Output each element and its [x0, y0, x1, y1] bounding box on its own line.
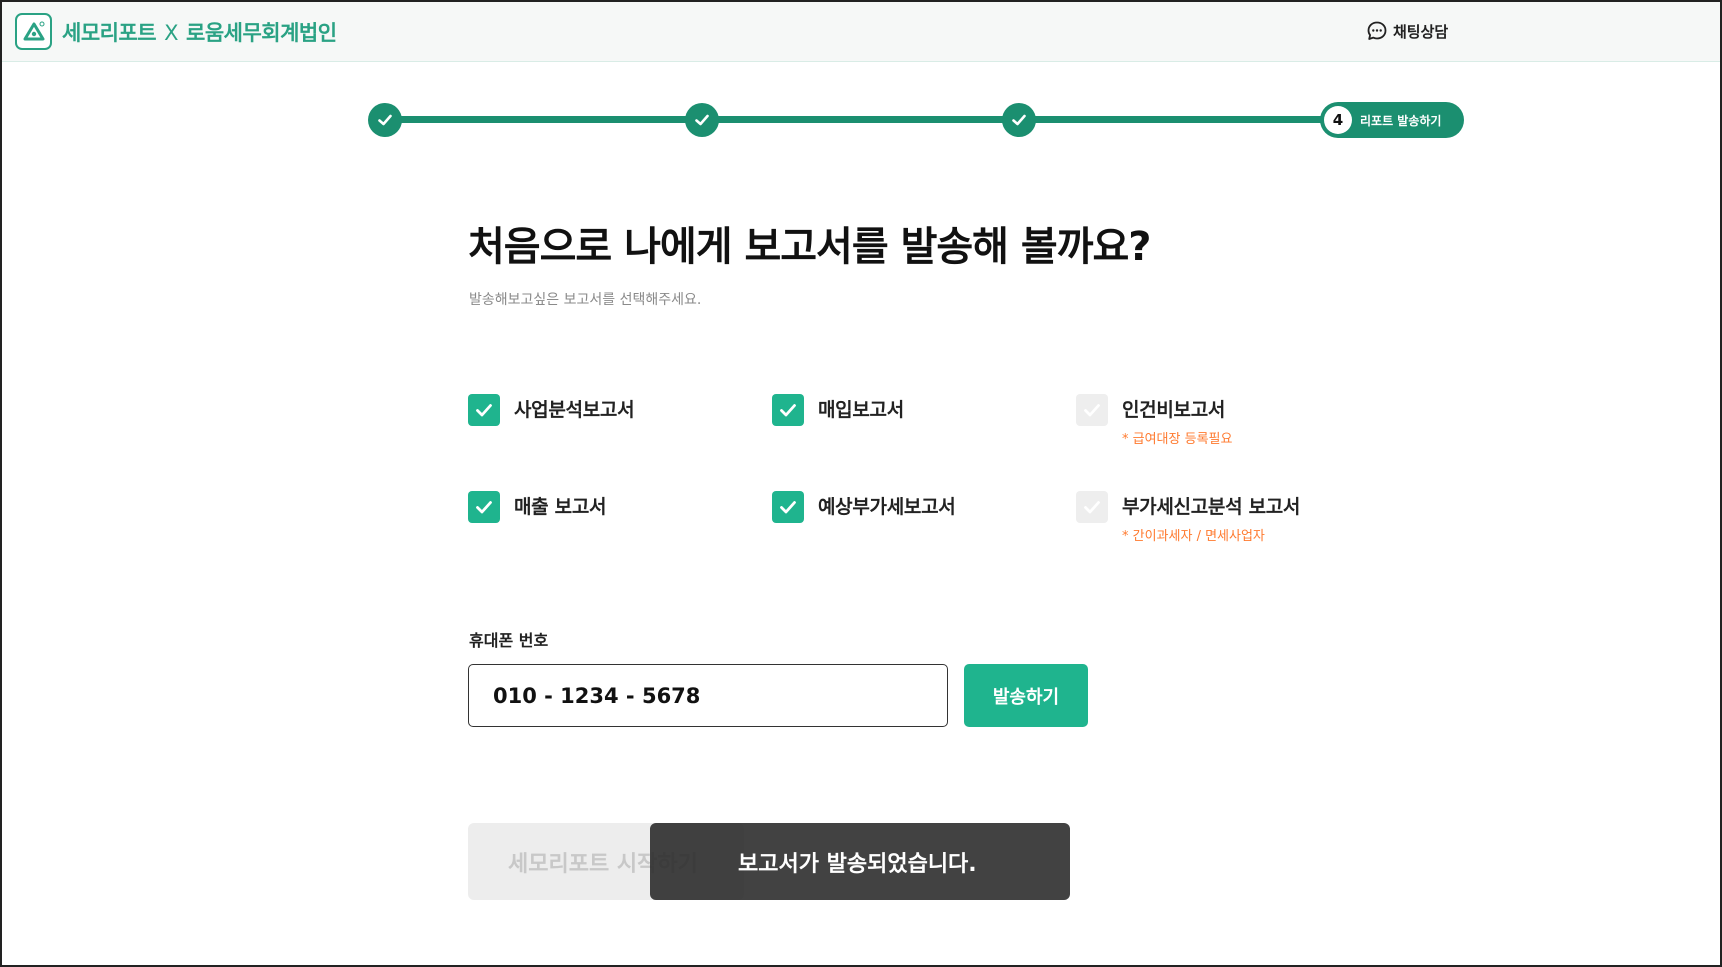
report-option-expected-vat[interactable]: 예상부가세보고서 — [772, 491, 956, 523]
chat-bubble-icon — [1367, 21, 1387, 40]
step-4-active: 4 리포트 발송하기 — [1320, 102, 1464, 138]
logo[interactable] — [15, 13, 52, 50]
check-icon — [476, 404, 492, 417]
report-label: 매출 보고서 — [514, 496, 607, 518]
check-icon — [476, 501, 492, 514]
checkbox-disabled[interactable] — [1076, 394, 1108, 426]
report-label: 부가세신고분석 보고서 — [1122, 496, 1301, 518]
check-icon — [1084, 501, 1100, 514]
page-title: 처음으로 나에게 보고서를 발송해 볼까요? — [468, 224, 1152, 270]
page-subtitle: 발송해보고싶은 보고서를 선택해주세요. — [469, 292, 702, 308]
checkbox-checked[interactable] — [772, 491, 804, 523]
checkbox-checked[interactable] — [468, 491, 500, 523]
report-label: 인건비보고서 — [1122, 399, 1226, 421]
chat-consult-button[interactable]: 채팅상담 — [1366, 20, 1448, 42]
step-4-number: 4 — [1324, 106, 1352, 134]
brand-right: 로움세무회계법인 — [186, 21, 337, 45]
step-3-complete — [1002, 103, 1036, 137]
stepper-track — [384, 116, 1384, 123]
brand-title: 세모리포트 X 로움세무회계법인 — [62, 17, 337, 47]
check-icon — [378, 114, 392, 126]
step-2-complete — [685, 103, 719, 137]
report-option-sales[interactable]: 매출 보고서 — [468, 491, 607, 523]
step-1-complete — [368, 103, 402, 137]
check-icon — [1012, 114, 1026, 126]
check-icon — [1084, 404, 1100, 417]
check-icon — [780, 404, 796, 417]
report-requirement-note: * 급여대장 등록필요 — [1122, 432, 1233, 447]
report-option-labor-cost[interactable]: 인건비보고서 * 급여대장 등록필요 — [1076, 394, 1232, 447]
header: 세모리포트 X 로움세무회계법인 채팅상담 — [2, 2, 1720, 62]
progress-stepper: 4 리포트 발송하기 — [368, 102, 1464, 138]
step-4-label: 리포트 발송하기 — [1360, 113, 1442, 128]
checkbox-checked[interactable] — [772, 394, 804, 426]
phone-label: 휴대폰 번호 — [469, 631, 549, 650]
brand-x: X — [164, 21, 178, 45]
semo-logo-icon — [23, 21, 45, 41]
report-label: 예상부가세보고서 — [818, 496, 956, 518]
report-label: 사업분석보고서 — [514, 399, 635, 421]
send-button[interactable]: 발송하기 — [964, 664, 1088, 727]
chat-label: 채팅상담 — [1393, 22, 1449, 41]
report-option-vat-filing-analysis[interactable]: 부가세신고분석 보고서 * 간이과세자 / 면세사업자 — [1076, 491, 1300, 544]
report-label: 매입보고서 — [818, 399, 904, 421]
checkbox-checked[interactable] — [468, 394, 500, 426]
report-option-purchase[interactable]: 매입보고서 — [772, 394, 904, 426]
report-option-business-analysis[interactable]: 사업분석보고서 — [468, 394, 635, 426]
toast-notification: 보고서가 발송되었습니다. — [650, 823, 1070, 900]
report-requirement-note: * 간이과세자 / 면세사업자 — [1122, 529, 1265, 544]
app-frame: 세모리포트 X 로움세무회계법인 채팅상담 4 리포트 발송하기 처음으로 나에… — [0, 0, 1722, 967]
check-icon — [695, 114, 709, 126]
brand-left: 세모리포트 — [62, 21, 157, 45]
check-icon — [780, 501, 796, 514]
phone-input[interactable] — [468, 664, 948, 727]
checkbox-disabled[interactable] — [1076, 491, 1108, 523]
